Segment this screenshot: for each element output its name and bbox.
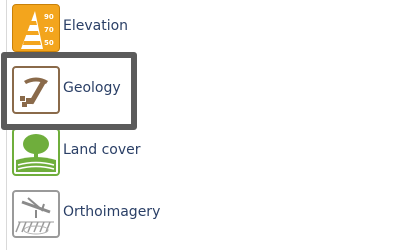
elevation-scale-label-70: 70 — [44, 26, 54, 34]
layer-item-elevation[interactable]: 90 70 50 Elevation — [12, 4, 272, 52]
elevation-scale-label-50: 50 — [44, 39, 54, 47]
elevation-scale-label-90: 90 — [44, 13, 54, 21]
geology-hammer-icon — [12, 66, 60, 114]
layer-label-land-cover: Land cover — [63, 142, 141, 158]
layer-label-orthoimagery: Orthoimagery — [63, 204, 161, 220]
layer-list-panel: 90 70 50 Elevation Geology Land cover Or… — [0, 0, 417, 250]
land-cover-tree-icon — [12, 128, 60, 176]
layer-item-land-cover[interactable]: Land cover — [12, 128, 272, 176]
layer-item-orthoimagery[interactable]: Orthoimagery — [12, 190, 272, 238]
orthoimagery-plane-icon — [12, 190, 60, 238]
panel-left-border — [6, 0, 7, 250]
layer-item-geology[interactable]: Geology — [12, 66, 272, 114]
layer-label-elevation: Elevation — [63, 18, 129, 34]
elevation-icon: 90 70 50 — [12, 4, 60, 52]
layer-label-geology: Geology — [63, 80, 121, 96]
